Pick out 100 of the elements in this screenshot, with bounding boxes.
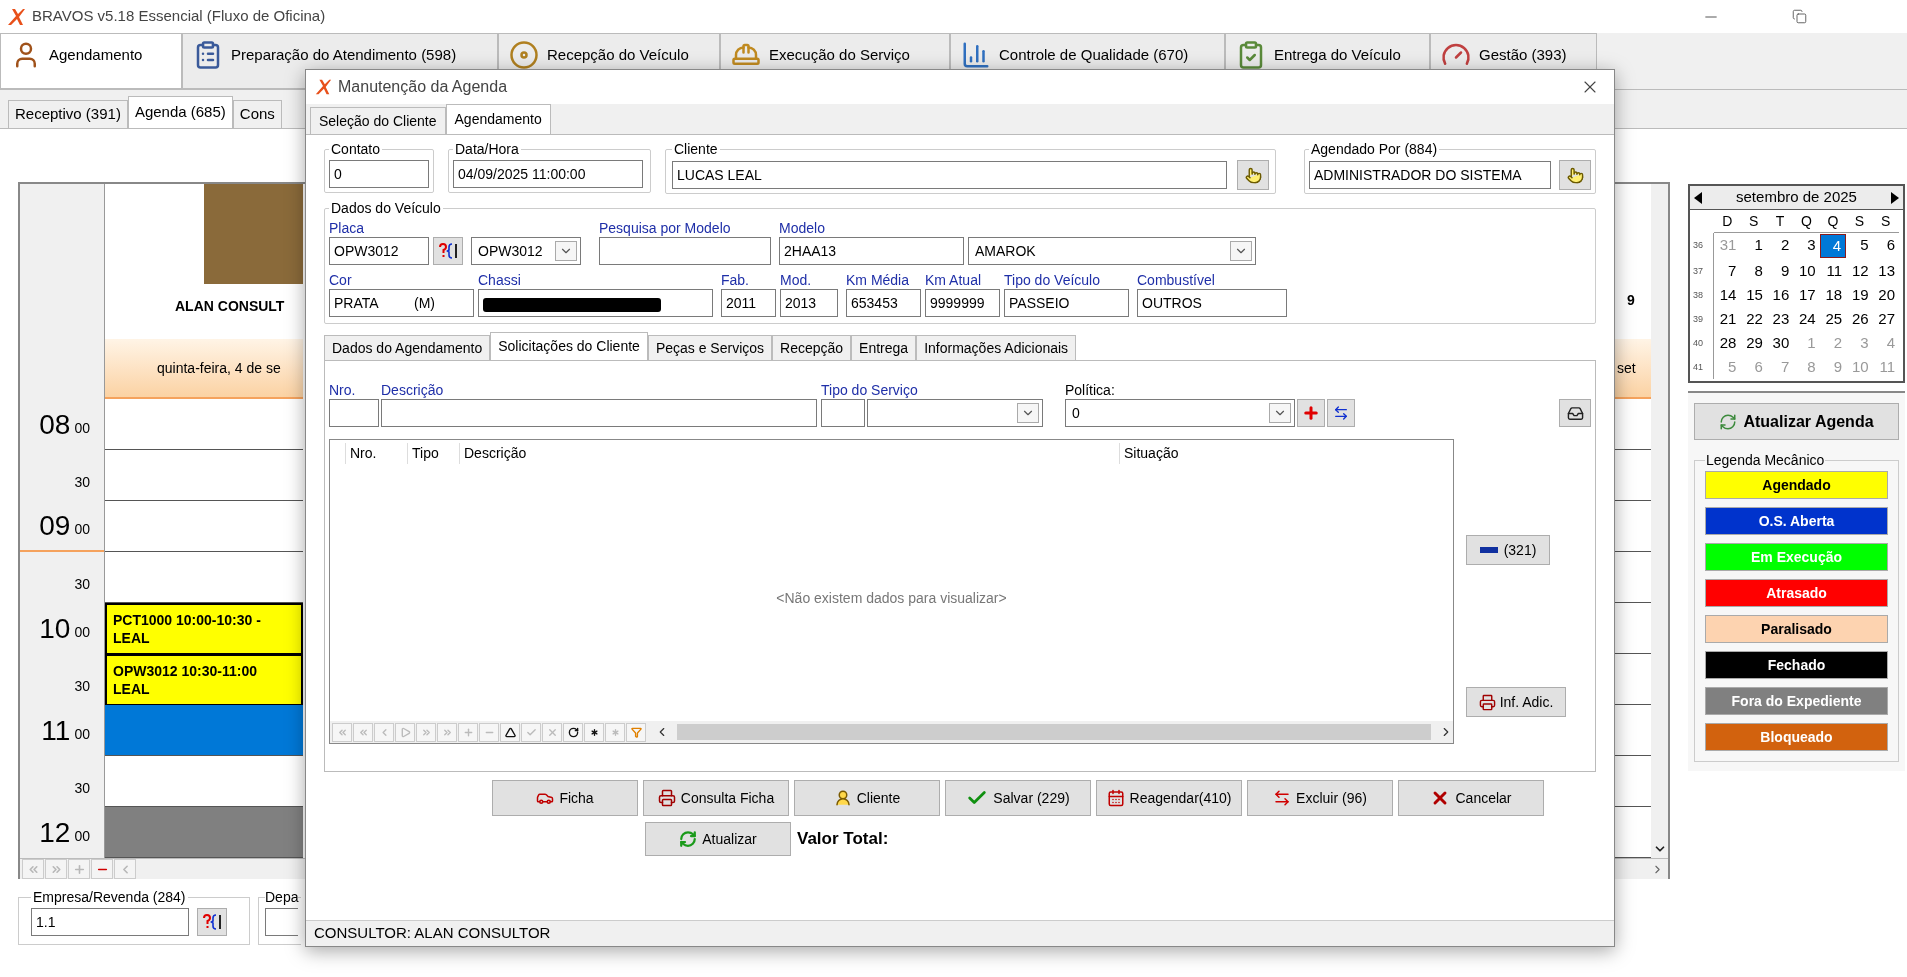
calendar-day[interactable]: 10 [1793,260,1820,282]
policy-label: Política: [1065,381,1116,399]
legend-item: Em Execução [1705,543,1888,571]
minute-label: 30 [74,779,90,798]
remove-button[interactable]: (321) [1466,535,1550,565]
main-tab[interactable]: Agendamento [0,33,182,89]
consultant-name: ALAN CONSULT [174,297,286,316]
model-field[interactable]: 2HAA13 [779,237,964,265]
calendar-day[interactable]: 30 [1766,332,1794,354]
fuel-field[interactable]: OUTROS [1137,289,1287,317]
minute-label: 00 [74,725,90,744]
calendar-day[interactable]: 6 [1872,234,1899,258]
policy-select[interactable]: 0 [1065,399,1295,427]
year-made-field[interactable]: 2011 [721,289,776,317]
appointment-text: LEAL [113,629,151,647]
calendar-day[interactable]: 5 [1846,234,1873,258]
column-header[interactable]: Situação [1119,442,1453,464]
sub-tab[interactable]: Receptivo (391) [8,100,128,128]
dialog-tab[interactable]: Agendamento [445,104,551,134]
refresh-button[interactable]: Atualizar [645,822,791,856]
calendar-day[interactable]: 12 [1846,260,1873,282]
calendar-day[interactable]: 7 [1714,260,1741,282]
section-tab[interactable]: Informações Adicionais [916,335,1077,360]
contact-field[interactable]: 0 [329,160,429,188]
action-button[interactable]: Consulta Ficha [643,780,789,816]
legend-item: Agendado [1705,471,1888,499]
schedule-slot[interactable]: OPW3012 10:30-11:00 LEAL [105,654,303,705]
sub-tab[interactable]: Cons [232,100,282,128]
calendar-day[interactable]: 24 [1793,308,1820,330]
action-button[interactable]: Excluir (96) [1247,780,1393,816]
calendar-day[interactable]: 16 [1766,284,1794,306]
calendar-day[interactable]: 11 [1819,260,1847,282]
appointment-text: LEAL [113,680,151,698]
calendar-day[interactable]: 27 [1872,308,1899,330]
week-number: 38 [1690,283,1714,307]
action-button[interactable]: Salvar (229) [945,780,1091,816]
refresh-schedule-button[interactable]: Atualizar Agenda [1694,403,1899,440]
section-tab[interactable]: Dados do Agendamento [324,335,491,360]
calendar-day[interactable]: 2 [1766,234,1794,258]
scheduled-by-field[interactable]: ADMINISTRADOR DO SISTEMA [1309,161,1551,189]
column-header[interactable]: Nro. [345,442,407,464]
calendar-day[interactable]: 13 [1872,260,1899,282]
hour-label: 09 [39,511,71,540]
dialog-tab[interactable]: Seleção do Cliente [310,107,446,134]
section-tab[interactable]: Solicitações do Cliente [490,332,648,360]
client-field[interactable]: LUCAS LEAL [672,161,1227,189]
hour-label: 11 [41,716,71,745]
legend-item: Fechado [1705,651,1888,679]
calendar-day[interactable]: 23 [1766,308,1794,330]
section-tab[interactable]: Entrega [851,335,917,360]
color-field[interactable]: PRATA (M) [329,289,474,317]
action-button[interactable]: Cliente [794,780,940,816]
calendar-day[interactable]: 14 [1714,284,1741,306]
fuel-label: Combustível [1137,271,1216,289]
calendar-day[interactable]: 20 [1872,284,1899,306]
calendar-day[interactable]: 19 [1846,284,1873,306]
calendar-day[interactable]: 3 [1793,234,1820,258]
date-header: quinta-feira, 4 de se [105,339,303,399]
calendar-day[interactable]: 22 [1740,308,1767,330]
plate-select[interactable]: OPW3012 [471,237,581,265]
action-button[interactable]: Reagendar(410) [1096,780,1242,816]
calendar-day[interactable]: 8 [1740,260,1767,282]
additional-info-button[interactable]: Inf. Adic. [1466,687,1566,717]
calendar-day[interactable]: 4 [1819,234,1847,258]
hour-label: 10 [39,614,71,643]
action-button[interactable]: Cancelar [1398,780,1544,816]
calendar-day[interactable]: 17 [1793,284,1820,306]
column-header-text: 9 [1626,291,1636,310]
color-label: Cor [329,271,353,289]
action-button[interactable]: Ficha [492,780,638,816]
vehicle-type-label: Tipo do Veículo [1004,271,1101,289]
week-number: 39 [1690,307,1714,331]
datetime-field[interactable]: 04/09/2025 11:00:00 [453,160,643,188]
km-average-field[interactable]: 653453 [846,289,921,317]
vehicle-type-field[interactable]: PASSEIO [1004,289,1129,317]
column-header[interactable]: Tipo [407,442,459,464]
calendar-day[interactable]: 28 [1714,332,1741,354]
calendar-day[interactable]: 21 [1714,308,1741,330]
plate-field[interactable]: OPW3012 [329,237,429,265]
section-tab[interactable]: Recepção [772,335,852,360]
weekday-label: Q [1819,210,1847,233]
calendar-day[interactable]: 26 [1846,308,1873,330]
sub-tab[interactable]: Agenda (685) [127,96,233,128]
section-tab[interactable]: Peças e Serviços [647,335,773,360]
column-header[interactable]: Descrição [459,442,1119,464]
calendar-day[interactable]: 25 [1819,308,1847,330]
calendar-day[interactable]: 1 [1740,234,1767,258]
company-field[interactable]: 1.1 [31,908,189,936]
vehicle-group-title: Dados do Veículo [330,199,442,218]
calendar-day[interactable]: 9 [1766,260,1794,282]
schedule-slot[interactable]: PCT1000 10:00-10:30 - LEAL [105,603,303,654]
calendar-day[interactable]: 18 [1819,284,1847,306]
km-current-field[interactable]: 9999999 [925,289,1000,317]
legend-item: Bloqueado [1705,723,1888,751]
calendar-day[interactable]: 29 [1740,332,1767,354]
year-model-field[interactable]: 2013 [780,289,838,317]
minute-label: 00 [74,419,90,438]
minute-label: 30 [74,677,90,696]
model-name-select[interactable]: AMAROK [968,237,1256,265]
calendar-day[interactable]: 15 [1740,284,1767,306]
